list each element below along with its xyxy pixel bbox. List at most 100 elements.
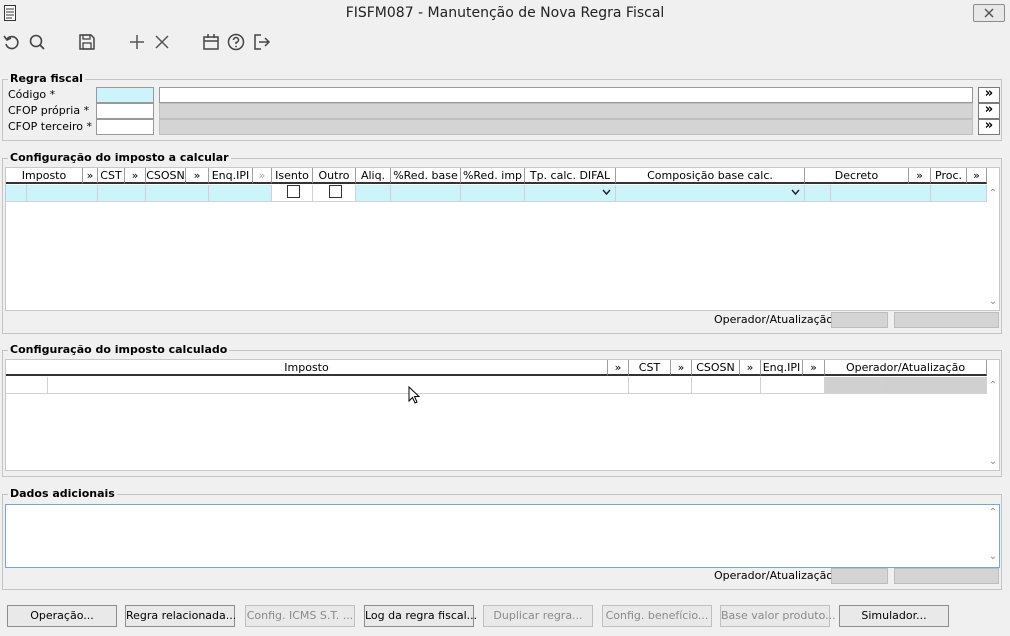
cfop-terceiro-more-button[interactable]: » bbox=[978, 119, 1000, 135]
base-valor-produto-button[interactable]: Base valor produto... bbox=[720, 605, 836, 627]
col-imposto[interactable]: Imposto bbox=[6, 168, 83, 184]
cell-proc[interactable] bbox=[931, 185, 987, 202]
dados-atualizacao-field bbox=[894, 568, 999, 584]
scroll-down-icon[interactable]: ⌄ bbox=[986, 296, 1000, 307]
col-calc-operador[interactable]: Operador/Atualização bbox=[825, 360, 987, 376]
cell-red-base[interactable] bbox=[391, 185, 461, 202]
dados-operador-label: Operador/Atualização bbox=[714, 569, 834, 582]
scroll-up-icon[interactable]: ⌃ bbox=[986, 188, 1000, 199]
col-decreto[interactable]: Decreto bbox=[805, 168, 909, 184]
search-icon[interactable] bbox=[27, 32, 47, 52]
calendar-icon[interactable] bbox=[201, 32, 221, 52]
dados-adicionais-title: Dados adicionais bbox=[8, 487, 117, 501]
calc-cell-csosn[interactable] bbox=[692, 377, 761, 394]
delete-icon[interactable] bbox=[152, 32, 172, 52]
operacao-button[interactable]: Operação... bbox=[7, 605, 117, 627]
col-cst-more[interactable]: » bbox=[125, 168, 146, 184]
col-aliq[interactable]: Aliq. bbox=[356, 168, 391, 184]
log-regra-fiscal-button[interactable]: Log da regra fiscal... bbox=[364, 605, 477, 627]
col-csosn[interactable]: CSOSN bbox=[146, 168, 186, 184]
col-cst[interactable]: CST bbox=[98, 168, 125, 184]
chevron-down-icon bbox=[791, 189, 800, 196]
col-calc-imposto[interactable]: Imposto bbox=[6, 360, 608, 376]
scroll-up-icon[interactable]: ⌃ bbox=[986, 380, 1000, 391]
col-calc-enq-ipi-more[interactable]: » bbox=[803, 360, 825, 376]
col-calc-imposto-more[interactable]: » bbox=[608, 360, 629, 376]
col-csosn-more[interactable]: » bbox=[186, 168, 209, 184]
cfop-terceiro-description bbox=[159, 119, 973, 135]
operador-field bbox=[831, 312, 888, 328]
col-calc-cst[interactable]: CST bbox=[629, 360, 671, 376]
cell-red-imp[interactable] bbox=[461, 185, 525, 202]
calc-cell-cst[interactable] bbox=[629, 377, 692, 394]
chevron-down-icon bbox=[602, 189, 611, 196]
mouse-cursor-icon bbox=[408, 386, 420, 404]
col-red-base[interactable]: %Red. base bbox=[391, 168, 461, 184]
cell-csosn[interactable] bbox=[146, 185, 209, 202]
col-isento[interactable]: Isento bbox=[272, 168, 313, 184]
config-beneficio-button[interactable]: Config. benefício... bbox=[602, 605, 712, 627]
regra-relacionada-button[interactable]: Regra relacionada... bbox=[125, 605, 236, 627]
col-red-imp[interactable]: %Red. imp bbox=[461, 168, 525, 184]
undo-icon[interactable] bbox=[2, 32, 22, 52]
codigo-more-button[interactable]: » bbox=[978, 87, 1000, 103]
col-calc-cst-more[interactable]: » bbox=[671, 360, 692, 376]
cell-cst[interactable] bbox=[98, 185, 146, 202]
col-imposto-more[interactable]: » bbox=[83, 168, 98, 184]
dados-operador-field bbox=[831, 568, 888, 584]
cell-decreto-code[interactable] bbox=[805, 185, 831, 202]
col-enq-ipi[interactable]: Enq.IPI bbox=[209, 168, 253, 184]
cell-decreto[interactable] bbox=[831, 185, 931, 202]
config-calcular-grid[interactable]: Imposto » CST » CSOSN » Enq.IPI » Isento… bbox=[5, 167, 1000, 311]
outro-checkbox[interactable] bbox=[329, 185, 342, 198]
composicao-dropdown[interactable] bbox=[616, 185, 805, 202]
close-icon bbox=[984, 8, 994, 18]
col-proc-more[interactable]: » bbox=[967, 168, 987, 184]
cell-enq-ipi[interactable] bbox=[209, 185, 272, 202]
add-icon[interactable] bbox=[127, 32, 147, 52]
cfop-propria-more-button[interactable]: » bbox=[978, 103, 1000, 119]
config-icms-st-button[interactable]: Config. ICMS S.T. ... bbox=[245, 605, 355, 627]
scroll-down-icon[interactable]: ⌄ bbox=[986, 551, 1000, 562]
col-outro[interactable]: Outro bbox=[313, 168, 356, 184]
regra-fiscal-title: Regra fiscal bbox=[8, 72, 85, 86]
dados-adicionais-textarea[interactable]: ⌃ ⌄ bbox=[5, 504, 1000, 568]
isento-checkbox[interactable] bbox=[287, 185, 300, 198]
config-calculado-grid[interactable]: Imposto » CST » CSOSN » Enq.IPI » Operad… bbox=[5, 359, 1000, 471]
config-calculado-title: Configuração do imposto calculado bbox=[8, 343, 230, 357]
window-title: FISFM087 - Manutenção de Nova Regra Fisc… bbox=[345, 5, 665, 21]
cell-imposto[interactable] bbox=[27, 185, 98, 202]
codigo-input[interactable] bbox=[96, 87, 154, 103]
close-button[interactable] bbox=[973, 4, 1005, 22]
scroll-up-icon[interactable]: ⌃ bbox=[986, 507, 1000, 518]
row-selector[interactable] bbox=[6, 185, 27, 202]
calc-cell-enq-ipi[interactable] bbox=[761, 377, 825, 394]
save-icon[interactable] bbox=[77, 32, 97, 52]
cfop-terceiro-input[interactable] bbox=[96, 119, 154, 135]
cfop-propria-input[interactable] bbox=[96, 103, 154, 119]
codigo-description-input[interactable] bbox=[159, 87, 973, 103]
col-decreto-more[interactable]: » bbox=[909, 168, 931, 184]
help-icon[interactable] bbox=[226, 32, 246, 52]
col-calc-csosn-more[interactable]: » bbox=[740, 360, 761, 376]
calc-cell-imposto[interactable] bbox=[48, 377, 629, 394]
exit-icon[interactable] bbox=[252, 32, 272, 52]
calc-cell-imposto-code[interactable] bbox=[6, 377, 48, 394]
col-proc[interactable]: Proc. bbox=[931, 168, 967, 184]
cfop-propria-description bbox=[159, 103, 973, 119]
cfop-propria-label: CFOP própria * bbox=[8, 104, 90, 117]
col-composicao[interactable]: Composição base calc. bbox=[616, 168, 805, 184]
config-calcular-title: Configuração do imposto a calcular bbox=[8, 151, 231, 165]
col-calc-enq-ipi[interactable]: Enq.IPI bbox=[761, 360, 803, 376]
scroll-down-icon[interactable]: ⌄ bbox=[986, 456, 1000, 467]
atualizacao-field bbox=[894, 312, 999, 328]
col-tp-calc-difal[interactable]: Tp. calc. DIFAL bbox=[525, 168, 616, 184]
simulador-button[interactable]: Simulador... bbox=[839, 605, 949, 627]
codigo-label: Código * bbox=[8, 88, 56, 101]
cell-aliq[interactable] bbox=[356, 185, 391, 202]
col-calc-csosn[interactable]: CSOSN bbox=[692, 360, 740, 376]
operador-label: Operador/Atualização bbox=[714, 313, 834, 326]
calc-cell-atualizacao bbox=[882, 377, 987, 394]
tp-calc-difal-dropdown[interactable] bbox=[525, 185, 616, 202]
duplicar-regra-button[interactable]: Duplicar regra... bbox=[483, 605, 593, 627]
